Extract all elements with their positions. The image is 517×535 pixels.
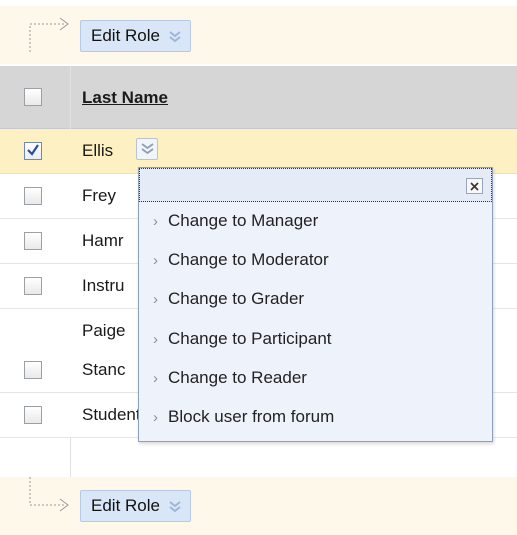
row-checkbox[interactable]	[24, 406, 42, 424]
menu-item-label: Change to Grader	[168, 289, 305, 308]
menu-item-label: Change to Participant	[168, 329, 332, 348]
close-icon	[470, 182, 479, 191]
change-role-menu: › Change to Manager › Change to Moderato…	[138, 167, 493, 442]
row-name: Student	[82, 405, 141, 424]
chevron-right-icon: ›	[153, 212, 158, 230]
menu-item-block-user[interactable]: › Block user from forum	[153, 402, 483, 432]
row-name: Frey	[82, 186, 116, 205]
row-name: Stanc	[82, 360, 126, 379]
double-chevron-down-icon	[169, 31, 181, 43]
menu-item-change-to-moderator[interactable]: › Change to Moderator	[153, 245, 483, 275]
row-name: Instru	[82, 276, 125, 295]
row-checkbox[interactable]	[24, 142, 42, 160]
row-options-button[interactable]	[136, 138, 158, 160]
menu-item-label: Change to Moderator	[168, 250, 329, 269]
dotted-arrow-up-icon	[29, 17, 69, 52]
menu-header	[139, 168, 492, 202]
menu-item-change-to-grader[interactable]: › Change to Grader	[153, 284, 483, 314]
menu-item-change-to-manager[interactable]: › Change to Manager	[153, 206, 483, 236]
edit-role-button-bottom[interactable]: Edit Role	[80, 490, 191, 522]
row-name: Ellis	[82, 141, 114, 160]
menu-item-label: Change to Reader	[168, 368, 307, 387]
chevron-right-icon: ›	[153, 369, 158, 387]
checkmark-icon	[27, 144, 39, 156]
action-bar-top: Edit Role	[0, 6, 517, 64]
row-checkbox[interactable]	[24, 277, 42, 295]
menu-item-change-to-participant[interactable]: › Change to Participant	[153, 324, 483, 354]
row-checkbox[interactable]	[24, 361, 42, 379]
menu-item-label: Change to Manager	[168, 211, 319, 230]
chevron-right-icon: ›	[153, 408, 158, 426]
close-menu-button[interactable]	[466, 178, 483, 194]
select-all-checkbox[interactable]	[24, 88, 42, 106]
row-checkbox[interactable]	[24, 232, 42, 250]
edit-role-label: Edit Role	[91, 496, 160, 515]
row-checkbox[interactable]	[24, 187, 42, 205]
menu-item-label: Block user from forum	[168, 407, 335, 426]
edit-role-button-top[interactable]: Edit Role	[80, 20, 191, 52]
double-chevron-down-icon	[141, 143, 154, 155]
row-name: Hamr	[82, 231, 124, 250]
row-name: Paige	[82, 321, 126, 340]
dotted-arrow-down-icon	[29, 477, 69, 512]
table-header-row: Last Name	[0, 66, 517, 129]
menu-item-change-to-reader[interactable]: › Change to Reader	[153, 363, 483, 393]
last-name-column-header[interactable]: Last Name	[82, 88, 168, 108]
chevron-right-icon: ›	[153, 290, 158, 308]
chevron-right-icon: ›	[153, 330, 158, 348]
action-bar-bottom: Edit Role	[0, 477, 517, 535]
edit-role-label: Edit Role	[91, 26, 160, 45]
double-chevron-down-icon	[169, 501, 181, 513]
chevron-right-icon: ›	[153, 251, 158, 269]
